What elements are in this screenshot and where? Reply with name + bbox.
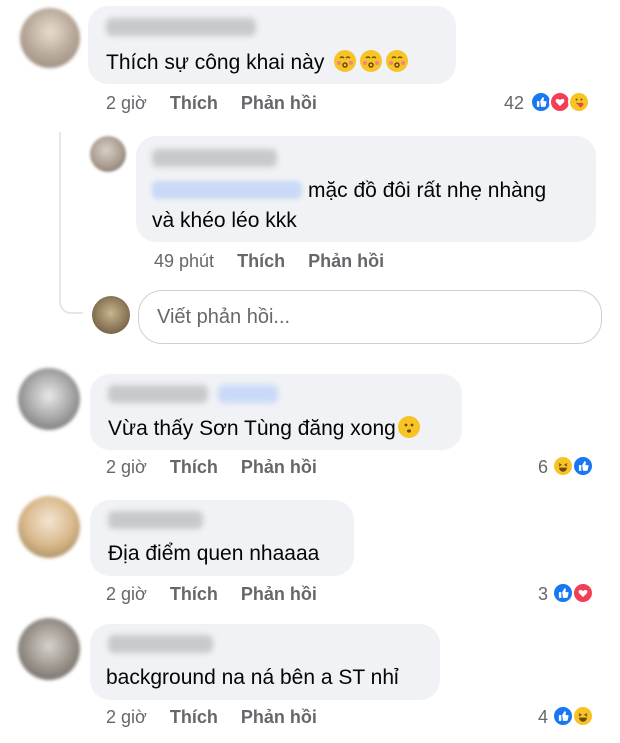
care-reaction-icon[interactable] <box>568 91 590 113</box>
reply-input[interactable] <box>139 291 601 343</box>
reaction-count[interactable]: 4 <box>520 707 548 728</box>
commenter-name[interactable] <box>106 18 256 36</box>
comment-text-content: Thích sự công khai này <box>106 51 325 74</box>
reaction-count[interactable]: 42 <box>490 93 524 114</box>
avatar[interactable] <box>18 368 80 430</box>
avatar[interactable] <box>20 8 80 68</box>
comment-bubble: Thích sự công khai này <box>88 6 456 84</box>
like-button[interactable]: Thích <box>170 584 218 604</box>
avatar[interactable] <box>18 618 80 680</box>
reaction-count[interactable]: 6 <box>520 457 548 478</box>
comment-text: background na ná bên a ST nhỉ <box>106 666 399 690</box>
comment-text-line: và khéo léo kkk <box>152 209 297 232</box>
mentioned-user-link[interactable] <box>152 181 302 199</box>
comment-meta: 49 phút Thích Phản hồi <box>154 251 384 272</box>
thread-connector-curve <box>59 296 83 314</box>
love-reaction-icon[interactable] <box>572 582 594 604</box>
comment-bubble: mặc đồ đôi rất nhẹ nhàng và khéo léo kkk <box>136 136 596 242</box>
reply-button[interactable]: Phản hồi <box>241 584 317 604</box>
haha-reaction-icon[interactable] <box>572 705 594 727</box>
comment-text: mặc đồ đôi rất nhẹ nhàng <box>152 179 546 203</box>
comment-text: và khéo léo kkk <box>152 209 297 233</box>
thread-connector-line <box>59 132 61 300</box>
timestamp[interactable]: 2 giờ <box>106 584 147 604</box>
current-user-avatar[interactable] <box>92 296 130 334</box>
kissing-face-emoji-icon <box>386 50 409 72</box>
reaction-count[interactable]: 3 <box>520 584 548 605</box>
like-reaction-icon[interactable] <box>552 705 574 727</box>
commenter-name[interactable] <box>152 149 277 167</box>
reply-input-box[interactable] <box>138 290 602 344</box>
commenter-name[interactable] <box>108 385 208 403</box>
comment-meta: 2 giờ Thích Phản hồi <box>106 584 317 605</box>
comment-text: Địa điểm quen nhaaaa <box>108 542 319 566</box>
like-reaction-icon[interactable] <box>572 455 594 477</box>
comment-text-content: Vừa thấy Sơn Tùng đăng xong <box>108 417 396 440</box>
reply-button[interactable]: Phản hồi <box>241 707 317 727</box>
comment-text: Vừa thấy Sơn Tùng đăng xong <box>108 416 420 441</box>
timestamp[interactable]: 49 phút <box>154 251 214 271</box>
timestamp[interactable]: 2 giờ <box>106 93 147 113</box>
like-button[interactable]: Thích <box>170 93 218 113</box>
kissing-face-emoji-icon <box>360 50 383 72</box>
comment-text-content: Địa điểm quen nhaaaa <box>108 542 320 565</box>
like-button[interactable]: Thích <box>170 707 218 727</box>
comment-text-line: mặc đồ đôi rất nhẹ nhàng <box>308 179 547 202</box>
comment-meta: 2 giờ Thích Phản hồi <box>106 93 317 114</box>
comment-bubble: Địa điểm quen nhaaaa <box>90 500 354 576</box>
comment-text: Thích sự công khai này <box>106 50 409 75</box>
mentioned-user-link[interactable] <box>218 385 278 403</box>
comment-text-content: background na ná bên a ST nhỉ <box>106 666 399 689</box>
hushed-face-emoji-icon <box>397 416 420 438</box>
reply-button[interactable]: Phản hồi <box>241 93 317 113</box>
like-button[interactable]: Thích <box>237 251 285 271</box>
reply-button[interactable]: Phản hồi <box>308 251 384 271</box>
reply-button[interactable]: Phản hồi <box>241 457 317 477</box>
timestamp[interactable]: 2 giờ <box>106 707 147 727</box>
haha-reaction-icon[interactable] <box>552 455 574 477</box>
commenter-name[interactable] <box>108 511 203 529</box>
like-reaction-icon[interactable] <box>552 582 574 604</box>
kissing-face-emoji-icon <box>334 50 357 72</box>
comment-meta: 2 giờ Thích Phản hồi <box>106 707 317 728</box>
comment-meta: 2 giờ Thích Phản hồi <box>106 457 317 478</box>
commenter-name[interactable] <box>108 635 213 653</box>
timestamp[interactable]: 2 giờ <box>106 457 147 477</box>
like-button[interactable]: Thích <box>170 457 218 477</box>
avatar[interactable] <box>90 136 126 172</box>
avatar[interactable] <box>18 496 80 558</box>
comment-bubble: background na ná bên a ST nhỉ <box>90 624 440 700</box>
comment-bubble: Vừa thấy Sơn Tùng đăng xong <box>90 374 462 450</box>
